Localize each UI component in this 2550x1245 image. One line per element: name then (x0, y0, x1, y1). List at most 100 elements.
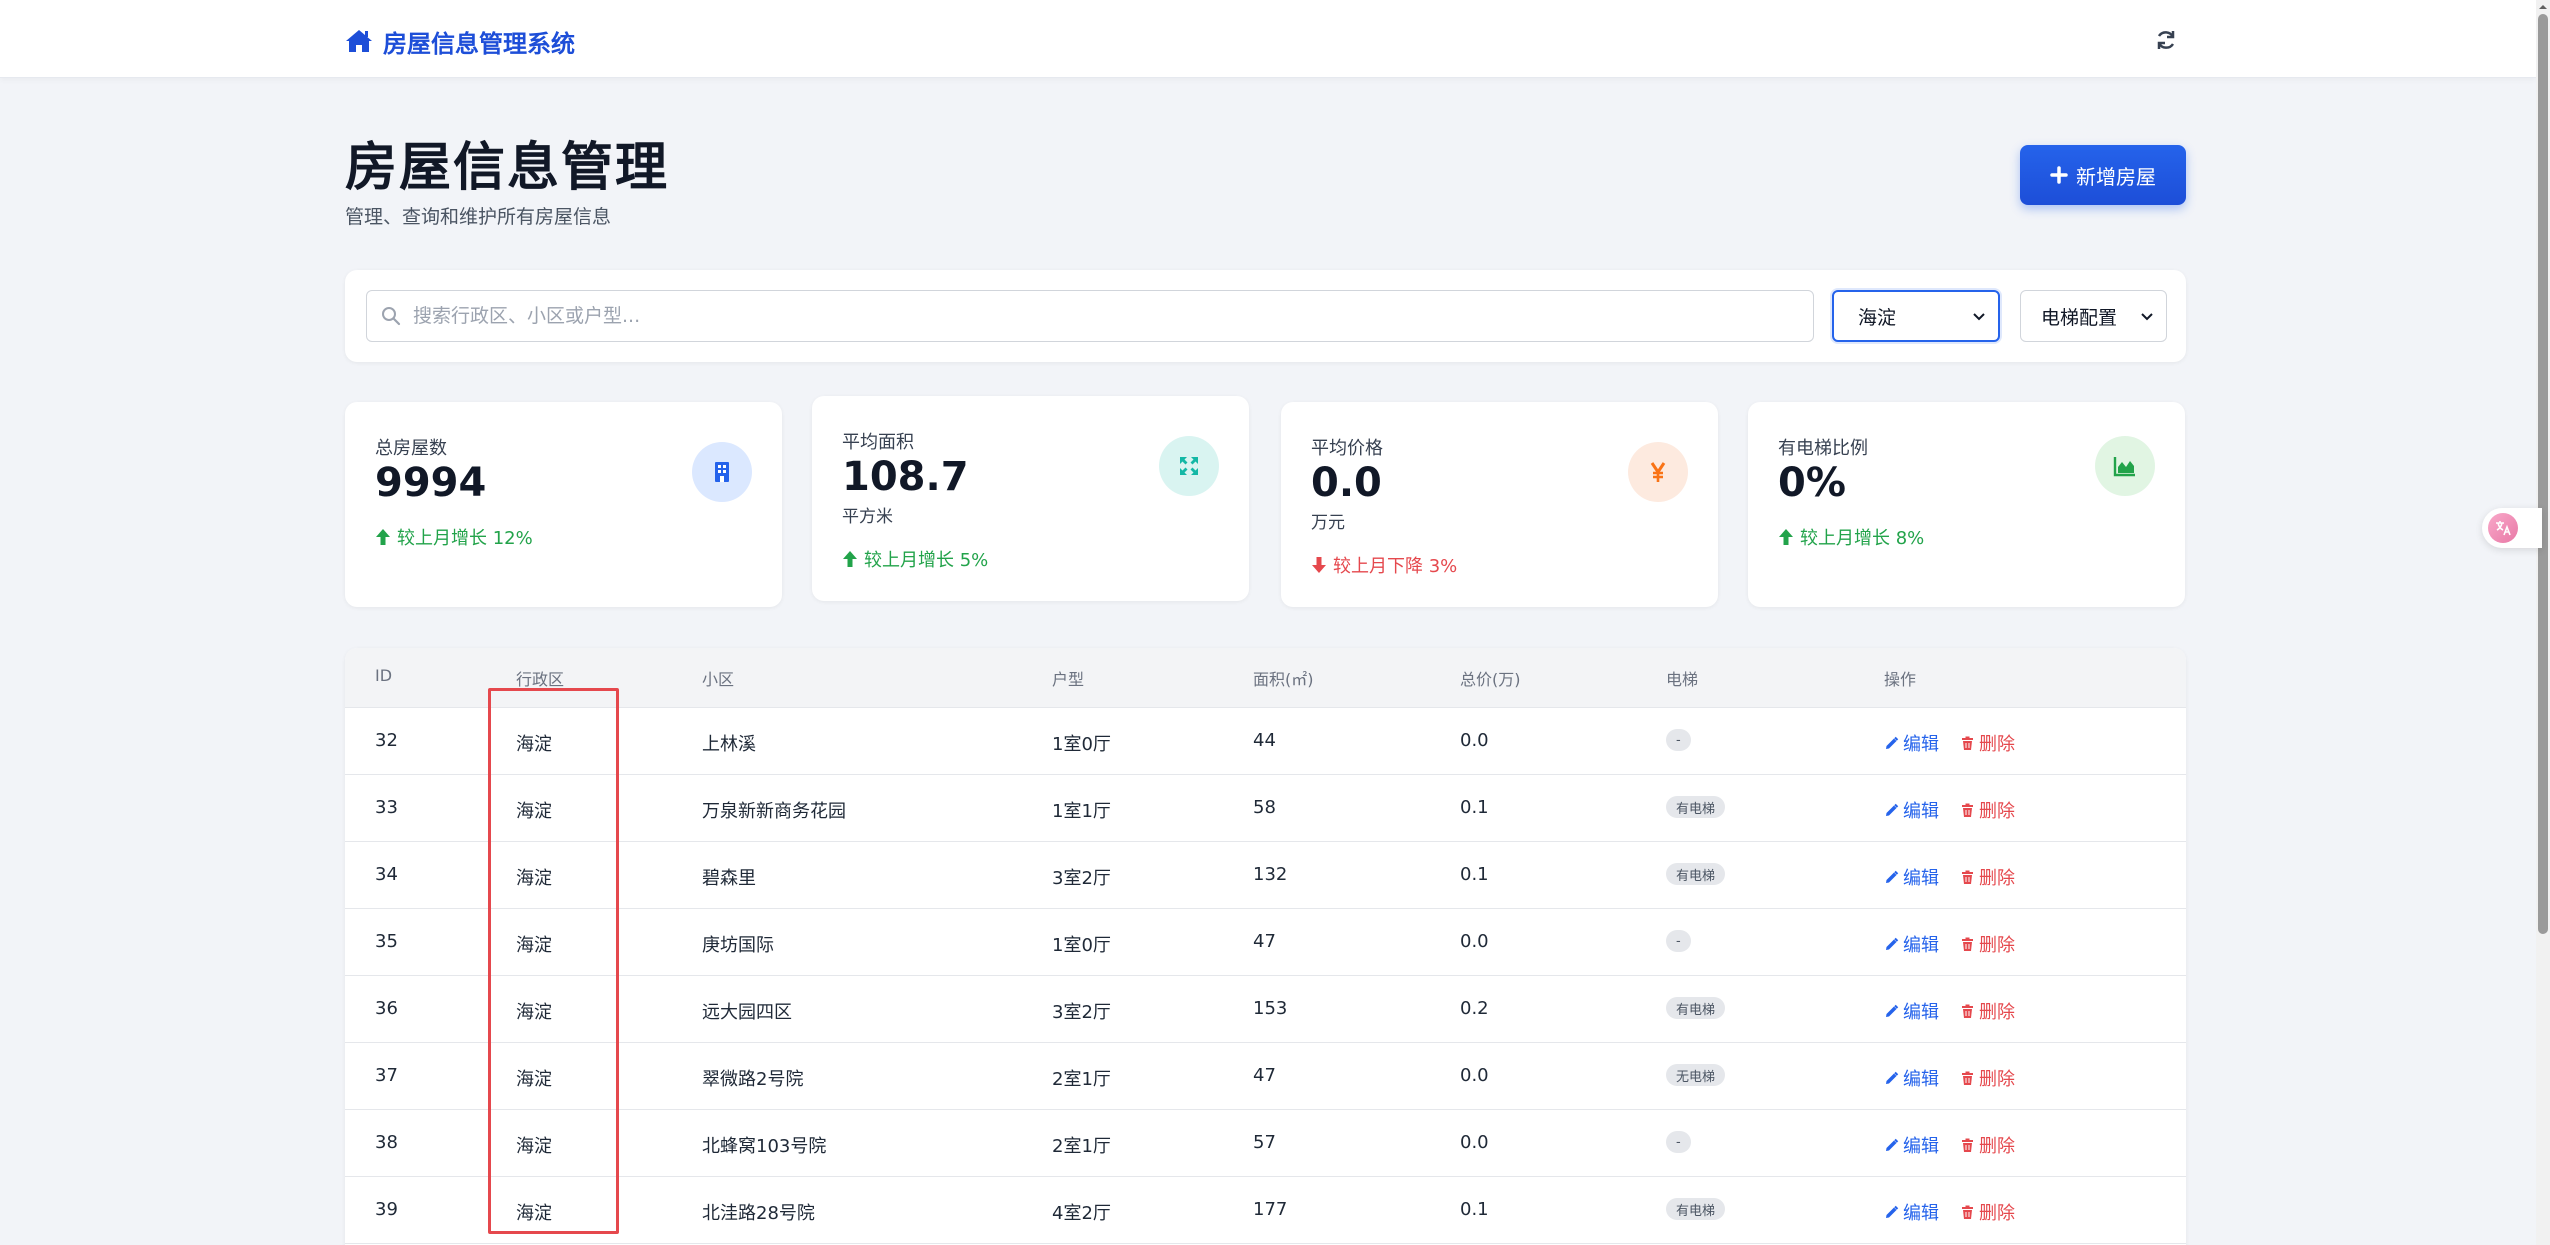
delete-label: 删除 (1979, 1069, 2015, 1090)
edit-button[interactable]: 编辑 (1884, 998, 1939, 1024)
edit-label: 编辑 (1903, 801, 1939, 822)
scrollbar-thumb[interactable] (2538, 14, 2548, 934)
trash-icon (1962, 1004, 1973, 1018)
stat-value: 108.7 (842, 454, 969, 500)
elevator-badge: 有电梯 (1666, 796, 1726, 818)
stat-trend: 较上月下降 3% (1311, 552, 1457, 578)
edit-button[interactable]: 编辑 (1884, 1065, 1939, 1091)
cell-price: 0.1 (1460, 797, 1489, 818)
cell-id: 32 (375, 730, 398, 751)
edit-button[interactable]: 编辑 (1884, 864, 1939, 890)
stat-trend-text: 较上月下降 3% (1333, 556, 1458, 577)
stat-trend-text: 较上月增长 12% (397, 528, 533, 549)
chevron-down-icon (1973, 313, 1985, 321)
column-header-community[interactable]: 小区 (702, 666, 734, 690)
edit-label: 编辑 (1903, 1203, 1939, 1224)
elevator-badge: 有电梯 (1666, 997, 1726, 1019)
elevator-badge: 有电梯 (1666, 1198, 1726, 1220)
elevator-badge: - (1666, 1131, 1691, 1153)
cell-id: 33 (375, 797, 398, 818)
delete-button[interactable]: 删除 (1960, 730, 2015, 756)
pencil-icon (1886, 937, 1899, 950)
district-select[interactable]: 海淀 (1832, 290, 2000, 342)
column-header-area[interactable]: 面积(㎡) (1253, 666, 1314, 690)
chevron-down-icon (2141, 313, 2153, 321)
table-row[interactable]: 33 海淀 万泉新新商务花园 1室1厅 58 0.1 有电梯 编辑 删除 (345, 775, 2186, 842)
trash-icon (1962, 736, 1973, 750)
edit-label: 编辑 (1903, 1136, 1939, 1157)
page-subtitle: 管理、查询和维护所有房屋信息 (345, 206, 612, 228)
table-row[interactable]: 32 海淀 上林溪 1室0厅 44 0.0 - 编辑 删除 (345, 708, 2186, 775)
pencil-icon (1886, 803, 1899, 816)
table-row[interactable]: 35 海淀 庚坊国际 1室0厅 47 0.0 - 编辑 删除 (345, 909, 2186, 976)
delete-button[interactable]: 删除 (1960, 1065, 2015, 1091)
cell-id: 37 (375, 1065, 398, 1086)
cell-price: 0.0 (1460, 931, 1489, 952)
table-row[interactable]: 37 海淀 翠微路2号院 2室1厅 47 0.0 无电梯 编辑 删除 (345, 1043, 2186, 1110)
scroll-up-arrow-icon[interactable] (2538, 2, 2548, 12)
stat-label: 总房屋数 (375, 438, 447, 459)
table-row[interactable]: 34 海淀 碧森里 3室2厅 132 0.1 有电梯 编辑 删除 (345, 842, 2186, 909)
table-row[interactable]: 36 海淀 远大园四区 3室2厅 153 0.2 有电梯 编辑 删除 (345, 976, 2186, 1043)
column-header-elevator[interactable]: 电梯 (1666, 666, 1698, 690)
cell-community: 碧森里 (702, 868, 756, 889)
edit-button[interactable]: 编辑 (1884, 1199, 1939, 1225)
arrow-up-icon (843, 551, 857, 567)
brand-link[interactable]: 房屋信息管理系统 (345, 24, 575, 58)
elevator-select-value: 电梯配置 (2041, 306, 2118, 329)
cell-district: 海淀 (516, 935, 552, 956)
pencil-icon (1886, 736, 1899, 749)
column-header-district[interactable]: 行政区 (516, 666, 564, 690)
refresh-icon (2157, 31, 2175, 49)
delete-button[interactable]: 删除 (1960, 1132, 2015, 1158)
edit-button[interactable]: 编辑 (1884, 1132, 1939, 1158)
cell-price: 0.1 (1460, 864, 1489, 885)
cell-district: 海淀 (516, 801, 552, 822)
delete-button[interactable]: 删除 (1960, 1199, 2015, 1225)
column-header-id[interactable]: ID (375, 666, 392, 685)
page-title: 房屋信息管理 (345, 138, 670, 198)
cell-district: 海淀 (516, 868, 552, 889)
cell-price: 0.0 (1460, 1132, 1489, 1153)
refresh-button[interactable] (2152, 26, 2180, 54)
building-icon (692, 442, 752, 502)
cell-layout: 1室0厅 (1052, 734, 1111, 755)
translate-widget[interactable] (2482, 508, 2542, 548)
trash-icon (1962, 803, 1973, 817)
delete-button[interactable]: 删除 (1960, 931, 2015, 957)
column-header-layout[interactable]: 户型 (1052, 666, 1084, 690)
stat-trend: 较上月增长 5% (842, 546, 988, 572)
delete-button[interactable]: 删除 (1960, 998, 2015, 1024)
delete-button[interactable]: 删除 (1960, 864, 2015, 890)
delete-label: 删除 (1979, 935, 2015, 956)
search-input[interactable] (413, 305, 1793, 327)
stat-label: 有电梯比例 (1778, 438, 1868, 459)
arrow-down-icon (1312, 557, 1326, 573)
edit-button[interactable]: 编辑 (1884, 797, 1939, 823)
cell-area: 47 (1253, 931, 1276, 952)
elevator-select[interactable]: 电梯配置 (2020, 290, 2167, 342)
cell-layout: 2室1厅 (1052, 1069, 1111, 1090)
table-row[interactable]: 39 海淀 北洼路28号院 4室2厅 177 0.1 有电梯 编辑 删除 (345, 1177, 2186, 1244)
stat-unit: 平方米 (842, 507, 893, 527)
cell-area: 58 (1253, 797, 1276, 818)
cell-community: 北洼路28号院 (702, 1203, 815, 1224)
arrow-up-icon (376, 529, 390, 545)
pencil-icon (1886, 870, 1899, 883)
search-box[interactable] (366, 290, 1814, 342)
delete-label: 删除 (1979, 868, 2015, 889)
pencil-icon (1886, 1004, 1899, 1017)
delete-label: 删除 (1979, 1203, 2015, 1224)
add-house-button[interactable]: 新增房屋 (2020, 145, 2186, 205)
table-row[interactable]: 38 海淀 北蜂窝103号院 2室1厅 57 0.0 - 编辑 删除 (345, 1110, 2186, 1177)
delete-label: 删除 (1979, 1002, 2015, 1023)
stat-unit: 万元 (1311, 513, 1345, 533)
column-header-actions: 操作 (1884, 670, 1917, 689)
pencil-icon (1886, 1138, 1899, 1151)
translate-icon (2488, 513, 2518, 543)
column-header-price[interactable]: 总价(万) (1460, 666, 1521, 690)
edit-button[interactable]: 编辑 (1884, 730, 1939, 756)
edit-button[interactable]: 编辑 (1884, 931, 1939, 957)
delete-button[interactable]: 删除 (1960, 797, 2015, 823)
stat-card-total: 总房屋数 9994 较上月增长 12% (345, 402, 782, 607)
